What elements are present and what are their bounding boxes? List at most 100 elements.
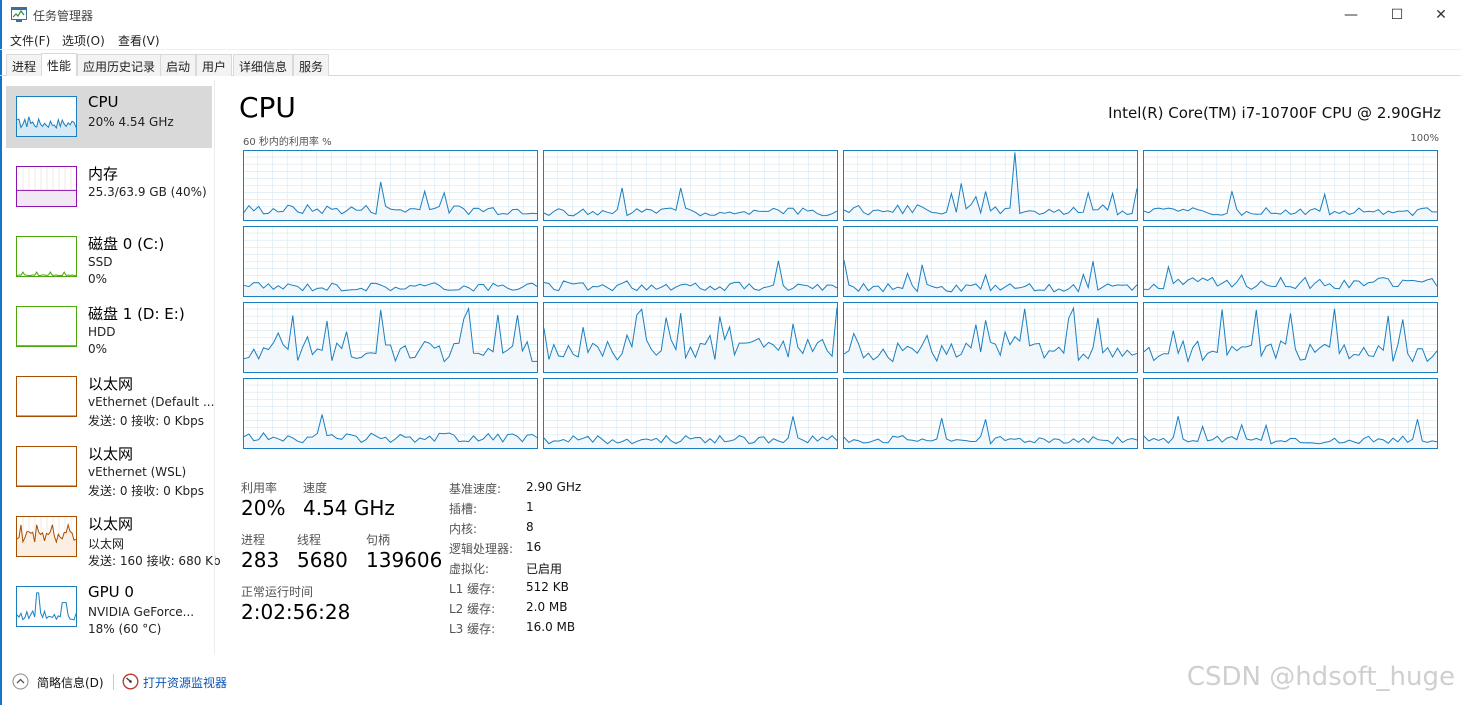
sidebar-item-detail: HDD [88,325,116,339]
sidebar-item-detail: SSD [88,255,113,269]
sidebar-item-title: 磁盘 1 (D: E:) [88,305,185,323]
cores-value: 8 [526,520,534,534]
core-graph-12 [243,378,538,449]
logical-processor-graphs [243,150,1438,449]
sidebar-item-detail: 以太网 [88,537,125,551]
tab-services[interactable]: 服务 [293,54,330,76]
tab-performance[interactable]: 性能 [41,53,78,76]
l2-cache-label: L2 缓存: [449,602,496,616]
sidebar-item-title: 以太网 [88,445,134,463]
l1-cache-label: L1 缓存: [449,582,496,596]
virtualization-value: 已启用 [526,562,563,576]
sidebar-item-detail-2: 发送: 0 接收: 0 Kbps [88,414,204,428]
sidebar-item-detail: 25.3/63.9 GB (40%) [88,185,207,199]
base-speed-value: 2.90 GHz [526,480,582,494]
core-graph-7 [1143,226,1438,297]
sidebar-item-title: 以太网 [88,375,134,393]
graph-max-label: 100% [1410,133,1439,144]
sidebar-item-ethernet-wsl[interactable]: 以太网 vEthernet (WSL) 发送: 0 接收: 0 Kbps [6,436,212,498]
sockets-label: 插槽: [449,502,478,516]
sidebar-divider [214,80,215,655]
core-graph-4 [243,226,538,297]
open-resource-monitor-link[interactable]: 打开资源监视器 [143,674,227,691]
sidebar-item-detail-2: 发送: 160 接收: 680 Kb [88,554,221,568]
sidebar-item-detail-2: 发送: 0 接收: 0 Kbps [88,484,204,498]
handles-value: 139606 [366,548,443,572]
tab-processes[interactable]: 进程 [6,54,43,76]
utilization-value: 20% [241,496,286,520]
handles-label: 句柄 [366,533,391,547]
sidebar-item-title: CPU [88,93,119,111]
mini-graph-disk-1 [16,306,77,347]
core-graph-6 [843,226,1138,297]
minimize-icon: — [1344,7,1358,23]
sidebar-item-title: 以太网 [88,515,134,533]
mini-graph-disk-0 [16,236,77,277]
sockets-value: 1 [526,500,534,514]
tab-details[interactable]: 详细信息 [233,54,294,76]
sidebar-item-detail: vEthernet (WSL) [88,465,187,479]
brief-info-link[interactable]: 简略信息(D) [37,674,104,691]
close-button[interactable]: ✕ [1418,0,1461,30]
tab-bar: 进程 性能 应用历史记录 启动 用户 详细信息 服务 [0,53,1461,76]
sidebar-item-gpu-0[interactable]: GPU 0 NVIDIA GeForce... 18% (60 °C) [6,576,212,638]
window-left-edge [0,0,2,705]
l3-cache-value: 16.0 MB [526,620,576,634]
processes-value: 283 [241,548,280,572]
tab-startup[interactable]: 启动 [160,54,197,76]
sidebar-item-cpu[interactable]: CPU 20% 4.54 GHz [6,86,212,148]
core-graph-13 [543,378,838,449]
menu-options[interactable]: 选项(O) [62,32,105,49]
task-manager-icon [11,7,27,22]
resource-monitor-icon [122,673,139,690]
mini-graph-cpu [16,96,77,137]
utilization-label: 利用率 [241,481,278,495]
logical-processors-label: 逻辑处理器: [449,542,514,556]
sidebar-item-memory[interactable]: 内存 25.3/63.9 GB (40%) [6,156,212,218]
sidebar-item-detail: NVIDIA GeForce... [88,605,195,619]
sidebar-item-disk-1[interactable]: 磁盘 1 (D: E:) HDD 0% [6,296,212,358]
cpu-model: Intel(R) Core(TM) i7-10700F CPU @ 2.90GH… [1108,104,1441,122]
mini-graph-ethernet-default [16,376,77,417]
core-graph-8 [243,302,538,373]
mini-graph-gpu-0 [16,586,77,627]
core-graph-11 [1143,302,1438,373]
close-icon: ✕ [1435,7,1447,23]
tab-users[interactable]: 用户 [196,54,233,76]
watermark: CSDN @hdsoft_huge [1186,662,1455,692]
threads-label: 线程 [297,533,322,547]
tab-app-history[interactable]: 应用历史记录 [77,54,162,76]
core-graph-10 [843,302,1138,373]
sidebar-item-disk-0[interactable]: 磁盘 0 (C:) SSD 0% [6,226,212,288]
sidebar-item-detail-2: 0% [88,342,108,356]
window-title: 任务管理器 [33,9,94,23]
core-graph-14 [843,378,1138,449]
menu-view[interactable]: 查看(V) [118,32,160,49]
sidebar-item-ethernet-default[interactable]: 以太网 vEthernet (Default ... 发送: 0 接收: 0 Kbp… [6,366,215,428]
core-graph-5 [543,226,838,297]
chevron-up-icon[interactable] [12,673,29,690]
sidebar-item-detail-2: 18% (60 °C) [88,622,162,636]
menu-file[interactable]: 文件(F) [10,32,50,49]
title-bar: 任务管理器 — ☐ ✕ [0,0,1461,30]
sidebar-item-detail: 20% 4.54 GHz [88,115,174,129]
core-graph-15 [1143,378,1438,449]
l1-cache-value: 512 KB [526,580,569,594]
sidebar-item-title: GPU 0 [88,583,134,601]
graph-caption: 60 秒内的利用率 % [243,137,332,148]
maximize-button[interactable]: ☐ [1374,0,1420,30]
core-graph-2 [843,150,1138,221]
uptime-label: 正常运行时间 [241,585,314,599]
resource-sidebar: CPU 20% 4.54 GHz 内存 25.3/63.9 GB (40%) 磁盘 0 … [6,86,221,656]
minimize-button[interactable]: — [1328,0,1374,30]
core-graph-0 [243,150,538,221]
logical-processors-value: 16 [526,540,542,554]
sidebar-item-detail: vEthernet (Default ... [88,395,215,409]
sidebar-item-detail-2: 0% [88,272,108,286]
uptime-value: 2:02:56:28 [241,600,351,624]
mini-graph-ethernet [16,516,77,557]
sidebar-item-ethernet[interactable]: 以太网 以太网 发送: 160 接收: 680 Kb [6,506,221,568]
speed-value: 4.54 GHz [303,496,395,520]
l2-cache-value: 2.0 MB [526,600,568,614]
sidebar-item-title: 内存 [88,165,119,183]
